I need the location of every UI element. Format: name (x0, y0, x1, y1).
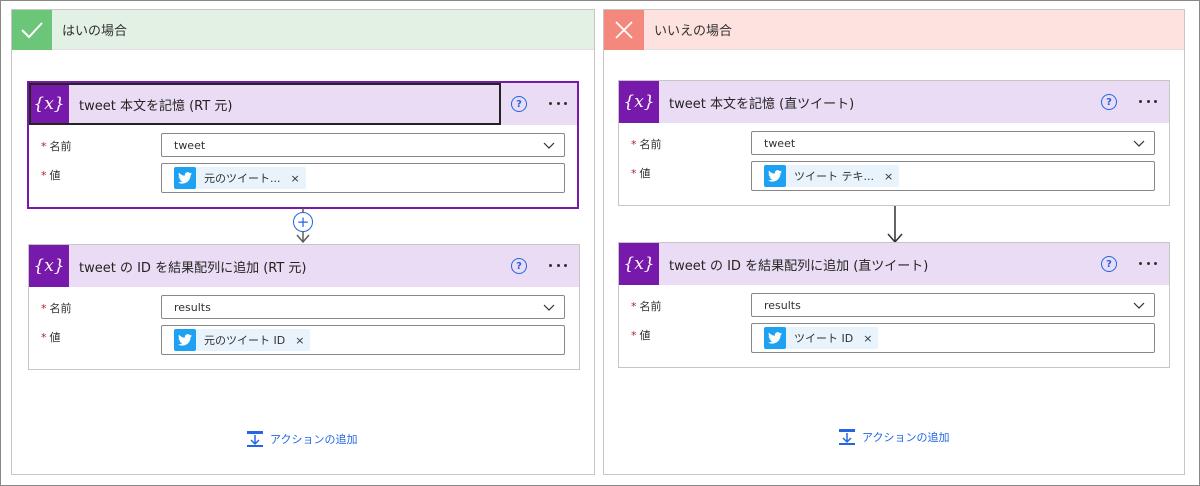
card-title[interactable]: tweet の ID を結果配列に追加 (直ツイート) (669, 255, 928, 274)
name-value: tweet (764, 137, 796, 150)
action-card-append-id-rt[interactable]: {x} tweet の ID を結果配列に追加 (RT 元) ? * 名前 res… (28, 244, 580, 370)
token-remove-icon[interactable]: × (863, 332, 872, 345)
variable-icon: {x} (29, 245, 69, 287)
twitter-icon (764, 327, 786, 349)
add-action-icon (247, 431, 263, 447)
action-card-store-tweet-rt[interactable]: {x} tweet 本文を記憶 (RT 元) ? *名前 tweet *値 (28, 82, 578, 208)
help-icon[interactable]: ? (1101, 256, 1117, 272)
twitter-icon (174, 167, 196, 189)
card-header[interactable]: {x} tweet の ID を結果配列に追加 (RT 元) ? (29, 245, 579, 287)
name-dropdown[interactable]: results (161, 295, 565, 319)
more-icon[interactable] (546, 255, 570, 275)
insert-step-button[interactable]: + (293, 212, 313, 232)
no-branch-title: いいえの場合 (654, 24, 733, 39)
token-remove-icon[interactable]: × (295, 334, 304, 347)
name-dropdown[interactable]: tweet (751, 131, 1155, 155)
chevron-down-icon (543, 304, 555, 311)
help-icon[interactable]: ? (511, 96, 527, 112)
name-field-row: * 名前 tweet (619, 131, 1169, 161)
more-icon[interactable] (546, 93, 570, 113)
card-header[interactable]: {x} tweet の ID を結果配列に追加 (直ツイート) ? (619, 243, 1169, 285)
name-field-row: * 名前 results (29, 295, 579, 325)
name-field-row: * 名前 tweet (29, 133, 577, 163)
action-card-store-tweet-direct[interactable]: {x} tweet 本文を記憶 (直ツイート) ? *名前 tweet *値 (618, 80, 1170, 206)
twitter-icon (764, 165, 786, 187)
more-icon[interactable] (1136, 253, 1160, 273)
value-label: * 値 (41, 169, 61, 182)
yes-branch-header[interactable]: はいの場合 (12, 9, 594, 50)
value-input[interactable]: ツイート ID × (751, 323, 1155, 353)
no-branch: いいえの場合 {x} tweet 本文を記憶 (直ツイート) ? * 名前 twe… (603, 9, 1185, 475)
value-field-row: * 値 ツイート テキ... × (619, 161, 1169, 191)
flow-designer-canvas: はいの場合 {x} tweet 本文を記憶 (RT 元) ? * 名前 tweet… (0, 0, 1200, 486)
card-header[interactable]: {x} tweet 本文を記憶 (直ツイート) ? (619, 81, 1169, 123)
add-action-label: アクションの追加 (270, 433, 358, 446)
card-header[interactable]: {x} tweet 本文を記憶 (RT 元) ? (29, 83, 577, 125)
token-label: 元のツイート ID (204, 334, 286, 347)
name-value: results (764, 299, 801, 312)
card-title[interactable]: tweet の ID を結果配列に追加 (RT 元) (79, 257, 307, 276)
name-label: * 名前 (631, 138, 662, 151)
token-remove-icon[interactable]: × (884, 170, 893, 183)
name-label: * 名前 (631, 300, 662, 313)
value-field-row: * 値 元のツイート... × (29, 163, 577, 193)
value-field-row: * 値 ツイート ID × (619, 323, 1169, 353)
value-input[interactable]: 元のツイート... × (161, 163, 565, 193)
name-label: * 名前 (41, 140, 72, 153)
name-label: * 名前 (41, 302, 72, 315)
variable-icon: {x} (619, 81, 659, 123)
chevron-down-icon (1133, 140, 1145, 147)
add-action-button[interactable]: アクションの追加 (838, 428, 949, 446)
dynamic-content-token[interactable]: ツイート ID × (764, 327, 879, 349)
twitter-icon (174, 329, 196, 351)
name-value: tweet (174, 139, 206, 152)
value-label: * 値 (631, 167, 651, 180)
name-field-row: * 名前 results (619, 293, 1169, 323)
dynamic-content-token[interactable]: 元のツイート... × (174, 167, 306, 189)
card-title[interactable]: tweet 本文を記憶 (RT 元) (79, 95, 232, 114)
card-title[interactable]: tweet 本文を記憶 (直ツイート) (669, 93, 854, 112)
token-remove-icon[interactable]: × (291, 172, 300, 185)
dynamic-content-token[interactable]: ツイート テキ... × (764, 165, 900, 187)
name-dropdown[interactable]: results (751, 293, 1155, 317)
chevron-down-icon (543, 142, 555, 149)
token-label: 元のツイート... (204, 172, 281, 185)
add-action-button[interactable]: アクションの追加 (246, 430, 357, 448)
name-dropdown[interactable]: tweet (161, 133, 565, 157)
dynamic-content-token[interactable]: 元のツイート ID × (174, 329, 311, 351)
value-label: * 値 (41, 331, 61, 344)
action-card-append-id-direct[interactable]: {x} tweet の ID を結果配列に追加 (直ツイート) ? * 名前 re… (618, 242, 1170, 368)
connector-arrow (887, 206, 903, 244)
token-label: ツイート ID (794, 332, 854, 345)
no-branch-header[interactable]: いいえの場合 (604, 9, 1184, 50)
add-action-icon (839, 429, 855, 445)
help-icon[interactable]: ? (1101, 94, 1117, 110)
help-icon[interactable]: ? (511, 258, 527, 274)
add-action-label: アクションの追加 (862, 431, 950, 444)
variable-icon: {x} (619, 243, 659, 285)
name-value: results (174, 301, 211, 314)
more-icon[interactable] (1136, 91, 1160, 111)
checkmark-icon (12, 9, 52, 50)
close-icon (604, 9, 644, 50)
value-field-row: * 値 元のツイート ID × (29, 325, 579, 355)
value-label: * 値 (631, 329, 651, 342)
token-label: ツイート テキ... (794, 170, 874, 183)
value-input[interactable]: 元のツイート ID × (161, 325, 565, 355)
yes-branch: はいの場合 {x} tweet 本文を記憶 (RT 元) ? * 名前 tweet… (11, 9, 595, 475)
value-input[interactable]: ツイート テキ... × (751, 161, 1155, 191)
yes-branch-title: はいの場合 (62, 24, 128, 39)
variable-icon: {x} (29, 83, 69, 125)
chevron-down-icon (1133, 302, 1145, 309)
